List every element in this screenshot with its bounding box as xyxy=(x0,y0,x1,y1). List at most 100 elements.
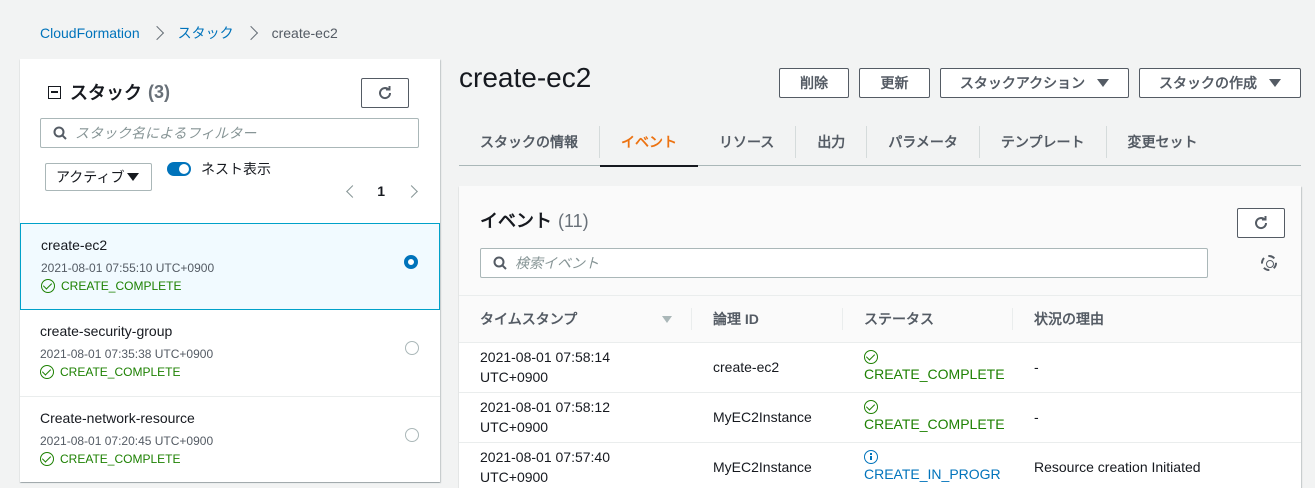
stacks-title: スタック xyxy=(70,83,142,103)
pagination: 1 xyxy=(346,183,418,199)
cell-logical-id: create-ec2 xyxy=(692,342,843,393)
stack-radio[interactable] xyxy=(405,341,419,355)
col-status: ステータス xyxy=(843,296,1013,343)
events-panel: イベント (11) タイムスタンプ 論理 ID ステータス 状況の理由 2021-… xyxy=(459,186,1301,488)
cell-timestamp: 2021-08-01 07:58:14 UTC+0900 xyxy=(459,342,692,393)
check-circle-icon xyxy=(864,400,878,414)
stack-name[interactable]: create-security-group xyxy=(40,323,172,339)
stack-status-text: CREATE_COMPLETE xyxy=(61,279,182,293)
stack-status: CREATE_COMPLETE xyxy=(41,279,181,293)
cell-status: CREATE_IN_PROGR xyxy=(843,442,1013,488)
timestamp-tz: UTC+0900 xyxy=(480,469,549,485)
nested-view-toggle[interactable] xyxy=(167,162,191,176)
update-button[interactable]: 更新 xyxy=(859,68,930,98)
status-filter-select[interactable]: アクティブ xyxy=(45,163,152,191)
table-row: 2021-08-01 07:58:14 UTC+0900 create-ec2 C… xyxy=(459,342,1301,393)
breadcrumb: CloudFormation スタック create-ec2 xyxy=(40,24,338,42)
stack-time: 2021-08-01 07:55:10 UTC+0900 xyxy=(41,261,215,275)
tab-parameters[interactable]: パラメータ xyxy=(867,125,980,158)
stack-radio[interactable] xyxy=(404,255,418,269)
stack-status: CREATE_COMPLETE xyxy=(40,452,180,466)
create-stack-label: スタックの作成 xyxy=(1159,75,1257,91)
table-row: 2021-08-01 07:57:40 UTC+0900 MyEC2Instanc… xyxy=(459,442,1301,488)
timestamp-date: 2021-08-01 07:58:14 xyxy=(480,349,610,365)
stack-item[interactable]: create-ec2 2021-08-01 07:55:10 UTC+0900 … xyxy=(20,223,440,310)
col-timestamp-label: タイムスタンプ xyxy=(480,310,578,327)
chevron-right-icon[interactable] xyxy=(405,184,418,198)
delete-button[interactable]: 削除 xyxy=(779,68,849,98)
cell-timestamp: 2021-08-01 07:58:12 UTC+0900 xyxy=(459,392,692,443)
check-circle-icon xyxy=(864,350,878,364)
stack-time: 2021-08-01 07:20:45 UTC+0900 xyxy=(40,434,214,448)
stack-name[interactable]: create-ec2 xyxy=(41,237,107,253)
cell-logical-id: MyEC2Instance xyxy=(692,392,843,443)
stacks-count: (3) xyxy=(148,81,170,102)
col-logical-id-label: 論理 ID xyxy=(713,310,759,327)
page-title: create-ec2 xyxy=(459,62,592,93)
chevron-right-icon xyxy=(149,25,164,41)
table-header-row: タイムスタンプ 論理 ID ステータス 状況の理由 xyxy=(459,296,1301,343)
tab-outputs[interactable]: 出力 xyxy=(796,125,868,158)
col-status-label: ステータス xyxy=(864,310,934,327)
stack-status-text: CREATE_COMPLETE xyxy=(60,452,181,466)
cell-status: CREATE_COMPLETE xyxy=(843,342,1013,393)
info-circle-icon xyxy=(864,450,878,464)
stack-radio[interactable] xyxy=(405,428,419,442)
stack-item[interactable]: Create-network-resource 2021-08-01 07:20… xyxy=(20,397,440,484)
cell-status: CREATE_COMPLETE xyxy=(843,392,1013,443)
nested-view-label: ネスト表示 xyxy=(201,161,271,177)
sort-desc-icon[interactable] xyxy=(662,316,672,323)
status-text: CREATE_COMPLETE xyxy=(864,366,1005,382)
events-refresh-button[interactable] xyxy=(1237,208,1285,238)
events-header: イベント (11) xyxy=(459,186,1301,296)
stack-filter-box xyxy=(40,118,419,148)
events-title: イベント (11) xyxy=(480,207,589,233)
tab-template[interactable]: テンプレート xyxy=(980,125,1107,158)
timestamp-date: 2021-08-01 07:57:40 xyxy=(480,449,610,465)
collapse-icon[interactable] xyxy=(48,85,61,99)
page-number[interactable]: 1 xyxy=(377,183,385,199)
stack-actions-button[interactable]: スタックアクション xyxy=(940,68,1129,98)
stack-name[interactable]: Create-network-resource xyxy=(40,410,195,426)
status-text: CREATE_COMPLETE xyxy=(864,416,1005,432)
table-row: 2021-08-01 07:58:12 UTC+0900 MyEC2Instanc… xyxy=(459,392,1301,443)
cell-timestamp: 2021-08-01 07:57:40 UTC+0900 xyxy=(459,442,692,488)
timestamp-tz: UTC+0900 xyxy=(480,369,549,385)
stack-actions-label: スタックアクション xyxy=(959,75,1086,91)
create-stack-button[interactable]: スタックの作成 xyxy=(1139,68,1301,98)
col-logical-id: 論理 ID xyxy=(692,296,843,343)
stacks-refresh-button[interactable] xyxy=(361,78,409,108)
stack-item[interactable]: create-security-group 2021-08-01 07:35:3… xyxy=(20,310,440,397)
status-filter-value: アクティブ xyxy=(56,169,125,185)
tab-change-sets[interactable]: 変更セット xyxy=(1107,126,1219,158)
tab-bar: スタックの情報 イベント リソース 出力 パラメータ テンプレート 変更セット xyxy=(459,118,1301,167)
stack-status: CREATE_COMPLETE xyxy=(40,365,180,379)
check-circle-icon xyxy=(41,279,55,293)
search-icon xyxy=(53,126,67,140)
status-text: CREATE_IN_PROGR xyxy=(864,466,1001,482)
tab-events[interactable]: イベント xyxy=(600,126,698,167)
stack-status-text: CREATE_COMPLETE xyxy=(60,365,181,379)
cell-logical-id: MyEC2Instance xyxy=(692,442,843,488)
events-search-box xyxy=(480,248,1208,278)
events-search-input[interactable] xyxy=(515,255,1207,271)
caret-down-icon xyxy=(127,173,140,181)
breadcrumb-cloudformation[interactable]: CloudFormation xyxy=(40,25,140,41)
stack-time: 2021-08-01 07:35:38 UTC+0900 xyxy=(40,347,214,361)
col-reason: 状況の理由 xyxy=(1013,296,1301,343)
check-circle-icon xyxy=(40,365,54,379)
tab-stack-info[interactable]: スタックの情報 xyxy=(459,125,600,158)
gear-icon[interactable] xyxy=(1261,255,1277,271)
breadcrumb-stacks[interactable]: スタック xyxy=(178,23,234,43)
breadcrumb-current: create-ec2 xyxy=(271,25,338,41)
tab-resources[interactable]: リソース xyxy=(698,125,797,158)
col-timestamp[interactable]: タイムスタンプ xyxy=(459,296,692,343)
refresh-icon xyxy=(379,86,392,100)
chevron-left-icon[interactable] xyxy=(346,184,360,198)
timestamp-date: 2021-08-01 07:58:12 xyxy=(480,399,610,415)
stack-filter-input[interactable] xyxy=(75,125,418,141)
events-title-text: イベント xyxy=(480,211,552,231)
events-table: タイムスタンプ 論理 ID ステータス 状況の理由 2021-08-01 07:… xyxy=(459,296,1301,488)
timestamp-tz: UTC+0900 xyxy=(480,419,549,435)
refresh-icon xyxy=(1255,216,1268,230)
